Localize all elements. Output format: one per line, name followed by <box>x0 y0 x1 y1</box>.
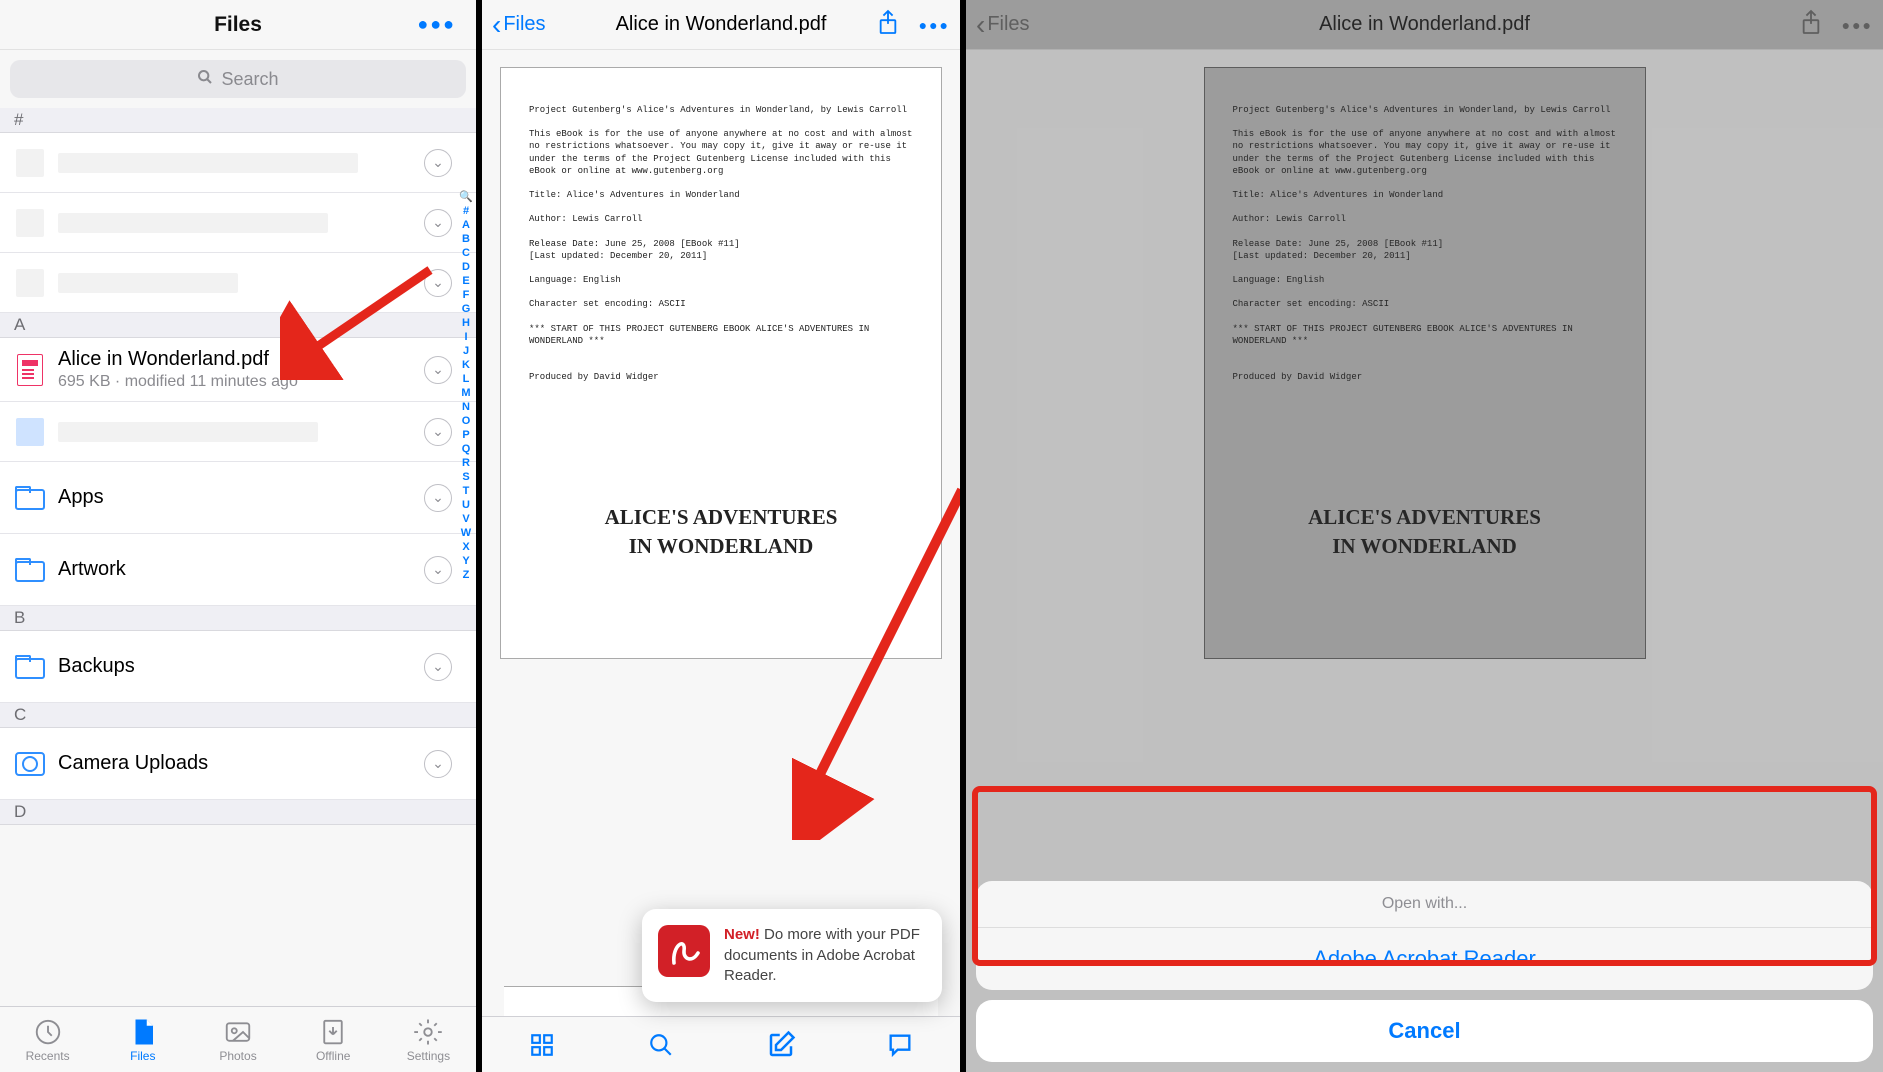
row-expand[interactable]: ⌄ <box>424 209 452 237</box>
folder-icon <box>14 554 46 586</box>
folder-row-camera[interactable]: Camera Uploads ⌄ <box>0 728 476 800</box>
index-letter[interactable]: W <box>461 527 471 539</box>
index-letter[interactable]: G <box>462 303 471 315</box>
pdf-openwith-panel: ‹ Files Alice in Wonderland.pdf ●●● Proj… <box>966 0 1883 1072</box>
search-button[interactable] <box>646 1030 676 1060</box>
index-letter[interactable]: Q <box>462 443 471 455</box>
camera-icon <box>14 748 46 780</box>
row-expand[interactable]: ⌄ <box>424 269 452 297</box>
section-header-b: B <box>0 606 476 631</box>
list-item[interactable]: ⌄ <box>0 133 476 193</box>
comment-button[interactable] <box>885 1030 915 1060</box>
folder-icon <box>14 482 46 514</box>
grid-view-button[interactable] <box>527 1030 557 1060</box>
pdf-file-icon <box>14 354 46 386</box>
index-letter[interactable]: 🔍 <box>459 190 473 203</box>
index-letter[interactable]: N <box>462 401 470 413</box>
file-row-alice[interactable]: Alice in Wonderland.pdf 695 KB · modifie… <box>0 338 476 402</box>
row-expand[interactable]: ⌄ <box>424 356 452 384</box>
index-letter[interactable]: A <box>462 219 470 231</box>
file-meta: 695 KB · modified 11 minutes ago <box>58 373 424 391</box>
pdf-header: ‹ Files Alice in Wonderland.pdf ●●● <box>482 0 960 50</box>
share-icon[interactable] <box>877 9 899 40</box>
index-letter[interactable]: I <box>464 331 467 343</box>
list-item[interactable]: ⌄ <box>0 193 476 253</box>
index-letter[interactable]: B <box>462 233 470 245</box>
list-item[interactable]: ⌄ <box>0 253 476 313</box>
action-sheet-title: Open with... <box>976 881 1873 928</box>
index-letter[interactable]: U <box>462 499 470 511</box>
alphabet-index[interactable]: 🔍 # ABCDEFGHIJKLMNOPQRSTUVWXYZ <box>458 190 474 581</box>
index-letter[interactable]: R <box>462 457 470 469</box>
tab-offline[interactable]: Offline <box>286 1007 381 1072</box>
open-with-adobe-button[interactable]: Adobe Acrobat Reader <box>976 928 1873 990</box>
index-letter[interactable]: E <box>462 275 469 287</box>
tab-settings[interactable]: Settings <box>381 1007 476 1072</box>
index-letter[interactable]: C <box>462 247 470 259</box>
folder-row-backups[interactable]: Backups ⌄ <box>0 631 476 703</box>
list-item[interactable]: ⌄ <box>0 402 476 462</box>
index-letter[interactable]: K <box>462 359 470 371</box>
index-letter[interactable]: Y <box>462 555 469 567</box>
tab-photos[interactable]: Photos <box>190 1007 285 1072</box>
section-header-c: C <box>0 703 476 728</box>
index-letter[interactable]: Z <box>463 569 470 581</box>
more-button[interactable]: ●●● <box>919 17 950 33</box>
row-expand[interactable]: ⌄ <box>424 484 452 512</box>
files-list-panel: Files ●●● Search # ⌄ ⌄ ⌄ A Alice in Wond… <box>0 0 482 1072</box>
bottom-tabbar: Recents Files Photos Offline Settings <box>0 1006 476 1072</box>
row-expand[interactable]: ⌄ <box>424 653 452 681</box>
pdf-preview-panel: ‹ Files Alice in Wonderland.pdf ●●● Proj… <box>482 0 966 1072</box>
folder-row-apps[interactable]: Apps ⌄ <box>0 462 476 534</box>
index-letter[interactable]: D <box>462 261 470 273</box>
index-letter[interactable]: H <box>462 317 470 329</box>
index-letter[interactable]: X <box>462 541 469 553</box>
pdf-toolbar <box>482 1016 960 1072</box>
search-icon <box>197 69 213 90</box>
row-expand[interactable]: ⌄ <box>424 556 452 584</box>
row-expand[interactable]: ⌄ <box>424 149 452 177</box>
edit-button[interactable] <box>766 1030 796 1060</box>
chevron-left-icon: ‹ <box>492 11 501 39</box>
pdf-title: Alice in Wonderland.pdf <box>616 13 827 36</box>
index-letter[interactable]: # <box>463 205 469 217</box>
row-expand[interactable]: ⌄ <box>424 418 452 446</box>
index-letter[interactable]: S <box>462 471 469 483</box>
folder-row-artwork[interactable]: Artwork ⌄ <box>0 534 476 606</box>
more-button[interactable]: ●●● <box>417 14 456 35</box>
index-letter[interactable]: M <box>461 387 470 399</box>
search-placeholder: Search <box>221 69 278 90</box>
adobe-popover: New! Do more with your PDF documents in … <box>642 909 942 1002</box>
section-header-d: D <box>0 800 476 825</box>
action-sheet: Open with... Adobe Acrobat Reader Cancel <box>976 881 1873 1062</box>
section-header-hash: # <box>0 108 476 133</box>
files-header: Files ●●● <box>0 0 476 50</box>
pdf-page[interactable]: Project Gutenberg's Alice's Adventures i… <box>501 68 941 658</box>
index-letter[interactable]: P <box>462 429 469 441</box>
index-letter[interactable]: T <box>463 485 470 497</box>
section-header-a: A <box>0 313 476 338</box>
tab-recents[interactable]: Recents <box>0 1007 95 1072</box>
index-letter[interactable]: J <box>463 345 469 357</box>
cancel-button[interactable]: Cancel <box>976 1000 1873 1062</box>
file-name: Alice in Wonderland.pdf <box>58 348 424 371</box>
index-letter[interactable]: L <box>463 373 470 385</box>
index-letter[interactable]: V <box>462 513 469 525</box>
back-button[interactable]: ‹ Files <box>492 11 546 39</box>
index-letter[interactable]: F <box>463 289 470 301</box>
row-expand[interactable]: ⌄ <box>424 750 452 778</box>
search-input[interactable]: Search <box>10 60 466 98</box>
adobe-reader-icon <box>658 925 710 977</box>
tab-files[interactable]: Files <box>95 1007 190 1072</box>
popover-text: New! Do more with your PDF documents in … <box>724 925 926 986</box>
folder-icon <box>14 651 46 683</box>
page-title: Files <box>214 13 262 37</box>
index-letter[interactable]: O <box>462 415 471 427</box>
